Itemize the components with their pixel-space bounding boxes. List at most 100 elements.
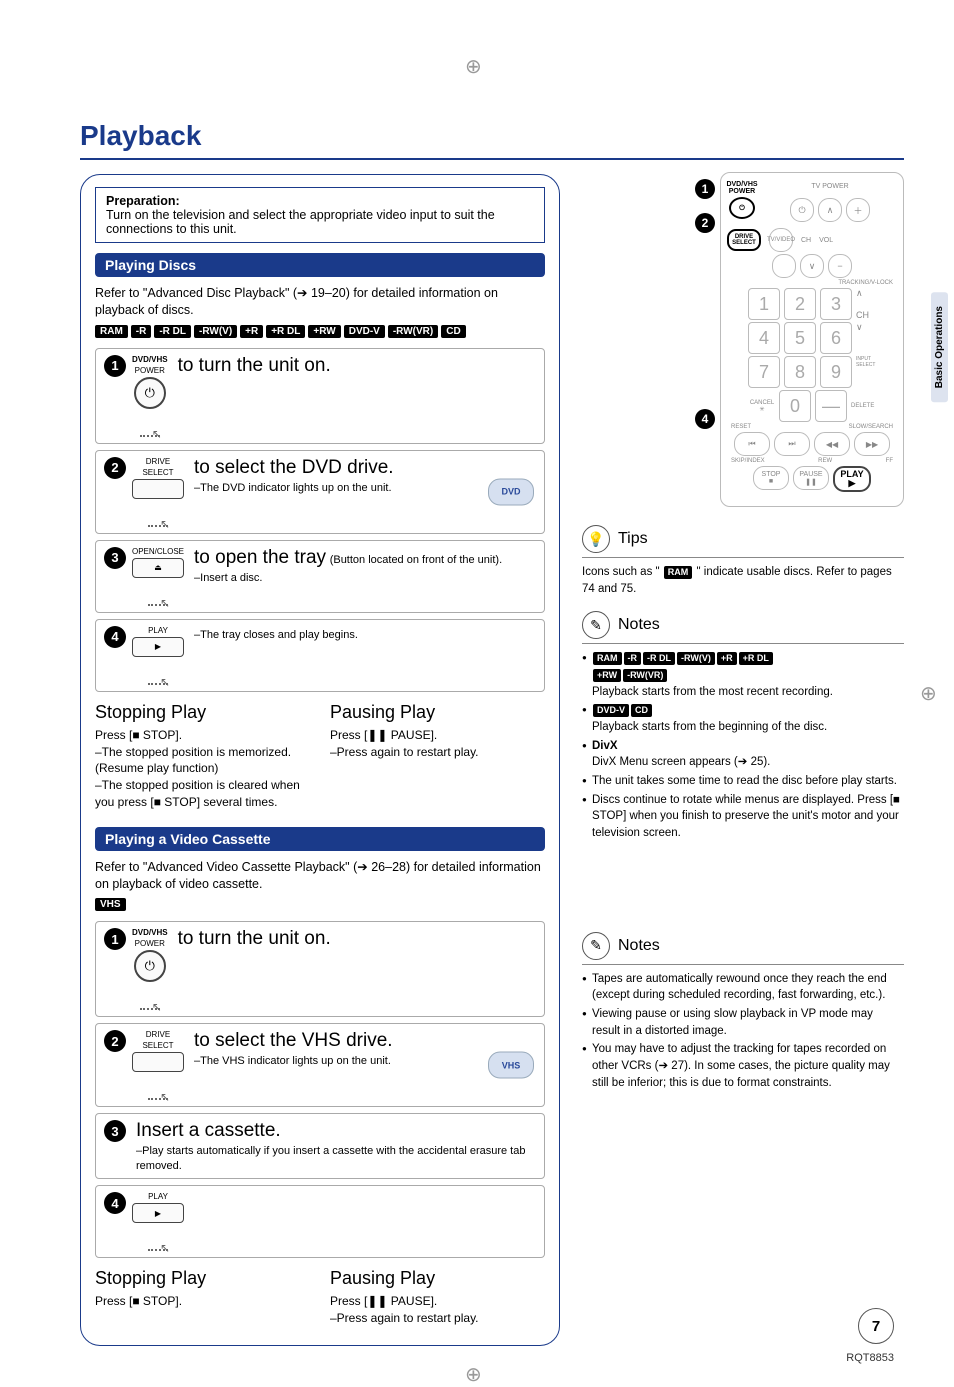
notes2-head: Notes — [618, 937, 660, 955]
lightbulb-icon: 💡 — [582, 525, 610, 553]
step-4: 4 PLAY ▶ –The tray closes and play begin… — [95, 619, 545, 692]
stopping-l2: –The stopped position is memorized. (Res… — [95, 744, 310, 778]
step-tail: (Button located on front of the unit). — [330, 554, 502, 566]
slow-label: SLOW/SEARCH — [849, 424, 893, 430]
notes-box-1: Notes RAM-R-R DL-RW(V)+R+R DL+RW-RW(VR) … — [582, 611, 904, 841]
step-text: to select the DVD drive. — [194, 457, 394, 478]
tracking-label: TRACKING/V-LOCK — [727, 280, 893, 286]
step-num: 1 — [104, 928, 126, 950]
note-item: Viewing pause or using slow playback in … — [582, 1006, 904, 1039]
remote-callout-4: 4 — [695, 409, 715, 429]
preparation-head: Preparation: — [106, 194, 180, 208]
hand-icon — [148, 584, 168, 606]
vpausing-l1: Press [❚❚ PAUSE]. — [330, 1293, 545, 1310]
digit: 0 — [779, 390, 811, 422]
notes-box-2: Notes Tapes are automatically rewound on… — [582, 932, 904, 1092]
step-text: to open the tray — [194, 547, 326, 568]
tvvideo-btn: TV/VIDEO — [769, 228, 793, 252]
vstopping-head: Stopping Play — [95, 1268, 310, 1289]
power-button-icon: DVD/VHS POWER ⏻ — [132, 928, 168, 1010]
digit: 7 — [748, 356, 780, 388]
tips-box: 💡 Tips Icons such as " RAM " indicate us… — [582, 525, 904, 597]
rew-btn: ◀◀ — [814, 432, 850, 456]
vstep-1: 1 DVD/VHS POWER ⏻ to turn the unit on. — [95, 921, 545, 1017]
vpausing-head: Pausing Play — [330, 1268, 545, 1289]
pausing-head: Pausing Play — [330, 702, 545, 723]
tag: CD — [441, 325, 465, 338]
step-text: to turn the unit on. — [178, 928, 331, 949]
vstep-3: 3 Insert a cassette. –Play starts automa… — [95, 1113, 545, 1179]
drive-select-icon: DRIVE SELECT — [132, 457, 184, 527]
digit: 1 — [748, 288, 780, 320]
notes1-head: Notes — [618, 616, 660, 634]
vol-up: ＋ — [846, 198, 870, 222]
play-icon: ▶ — [132, 1203, 184, 1223]
vstep-4: 4 PLAY ▶ — [95, 1185, 545, 1258]
remote-callout-1: 1 — [695, 179, 715, 199]
input-select-label: INPUT SELECT — [856, 356, 876, 388]
tag: -RW(V) — [194, 325, 237, 338]
digit: 2 — [784, 288, 816, 320]
step-text: Insert a cassette. — [136, 1120, 281, 1141]
tag: -RW(VR) — [388, 325, 438, 338]
stopping-l3: –The stopped position is cleared when yo… — [95, 777, 310, 811]
open-close-icon: OPEN/CLOSE ⏏ — [132, 547, 184, 606]
rew-label: REW — [818, 458, 832, 464]
play-button-icon: PLAY ▶ — [132, 626, 184, 685]
step-note: –Play starts automatically if you insert… — [136, 1145, 525, 1172]
remote-diagram: 1 2 4 DVD/VHS POWER ⏻ TV POWER ⏻ — [720, 172, 904, 507]
tag: +RW — [308, 325, 340, 338]
ch-up: ∧ — [818, 198, 842, 222]
vhs-indicator: VHS — [488, 1052, 534, 1079]
step-note: –The tray closes and play begins. — [194, 629, 358, 641]
step-3: 3 OPEN/CLOSE ⏏ to open the tray (Button … — [95, 540, 545, 613]
note-item: DivXDivX Menu screen appears (➔ 25). — [582, 738, 904, 771]
tv-power-label: TV POWER — [811, 183, 848, 190]
preparation-text: Turn on the television and select the ap… — [106, 208, 495, 236]
drive-select-icon: DRIVE SELECT — [132, 1030, 184, 1100]
page-title: Playback — [80, 120, 904, 152]
title-rule — [80, 158, 904, 160]
dvd-indicator: DVD — [488, 478, 534, 505]
drive-button-icon — [132, 1052, 184, 1072]
tag: -R DL — [154, 325, 191, 338]
tips-head: Tips — [618, 530, 648, 548]
hand-icon — [140, 415, 160, 437]
vhs-intro: Refer to "Advanced Video Cassette Playba… — [95, 859, 545, 893]
vhs-steps: 1 DVD/VHS POWER ⏻ to turn the unit on. 2 — [95, 921, 545, 1258]
note-item: RAM-R-R DL-RW(V)+R+R DL+RW-RW(VR) Playba… — [582, 650, 904, 700]
power-button-icon: DVD/VHS POWER ⏻ — [132, 355, 168, 437]
vstep-2: 2 DRIVE SELECT to select the VHS drive. … — [95, 1023, 545, 1107]
section-bar-vhs: Playing a Video Cassette — [95, 827, 545, 851]
remote-callout-2: 2 — [695, 213, 715, 233]
step-num: 4 — [104, 626, 126, 648]
step-1: 1 DVD/VHS POWER ⏻ to turn the unit on. — [95, 348, 545, 444]
disc-tags: RAM -R -R DL -RW(V) +R +R DL +RW DVD-V -… — [95, 325, 545, 338]
step-num: 4 — [104, 1192, 126, 1214]
note-item: Discs continue to rotate while menus are… — [582, 792, 904, 842]
next-btn: ⏭ — [774, 432, 810, 456]
drive-select-btn: DRIVE SELECT — [727, 229, 761, 251]
step-num: 2 — [104, 457, 126, 479]
vol-down: − — [828, 254, 852, 278]
skip-label: SKIP/INDEX — [731, 458, 765, 464]
step-2: 2 DRIVE SELECT to select the DVD drive. … — [95, 450, 545, 534]
disc-steps: 1 DVD/VHS POWER ⏻ to turn the unit on. 2 — [95, 348, 545, 692]
tag: +R — [240, 325, 263, 338]
vstopping-l1: Press [■ STOP]. — [95, 1293, 310, 1310]
note-item: The unit takes some time to read the dis… — [582, 773, 904, 790]
play-icon: ▶ — [132, 637, 184, 657]
prev-btn: ⏮ — [734, 432, 770, 456]
main-column: Preparation: Turn on the television and … — [80, 174, 560, 1346]
step-text: to turn the unit on. — [178, 355, 331, 376]
preparation-box: Preparation: Turn on the television and … — [95, 187, 545, 243]
inline-tag: RAM — [664, 566, 693, 579]
remote-play-btn: PLAY▶ — [833, 466, 871, 492]
section-bar-discs: Playing Discs — [95, 253, 545, 277]
dash-btn: — — [815, 390, 847, 422]
power-icon: ⏻ — [134, 377, 166, 409]
step-note: –The VHS indicator lights up on the unit… — [194, 1055, 391, 1067]
crop-mark-bottom: ⊕ — [465, 1362, 489, 1386]
side-tab: Basic Operations — [931, 292, 948, 402]
digit: 8 — [784, 356, 816, 388]
